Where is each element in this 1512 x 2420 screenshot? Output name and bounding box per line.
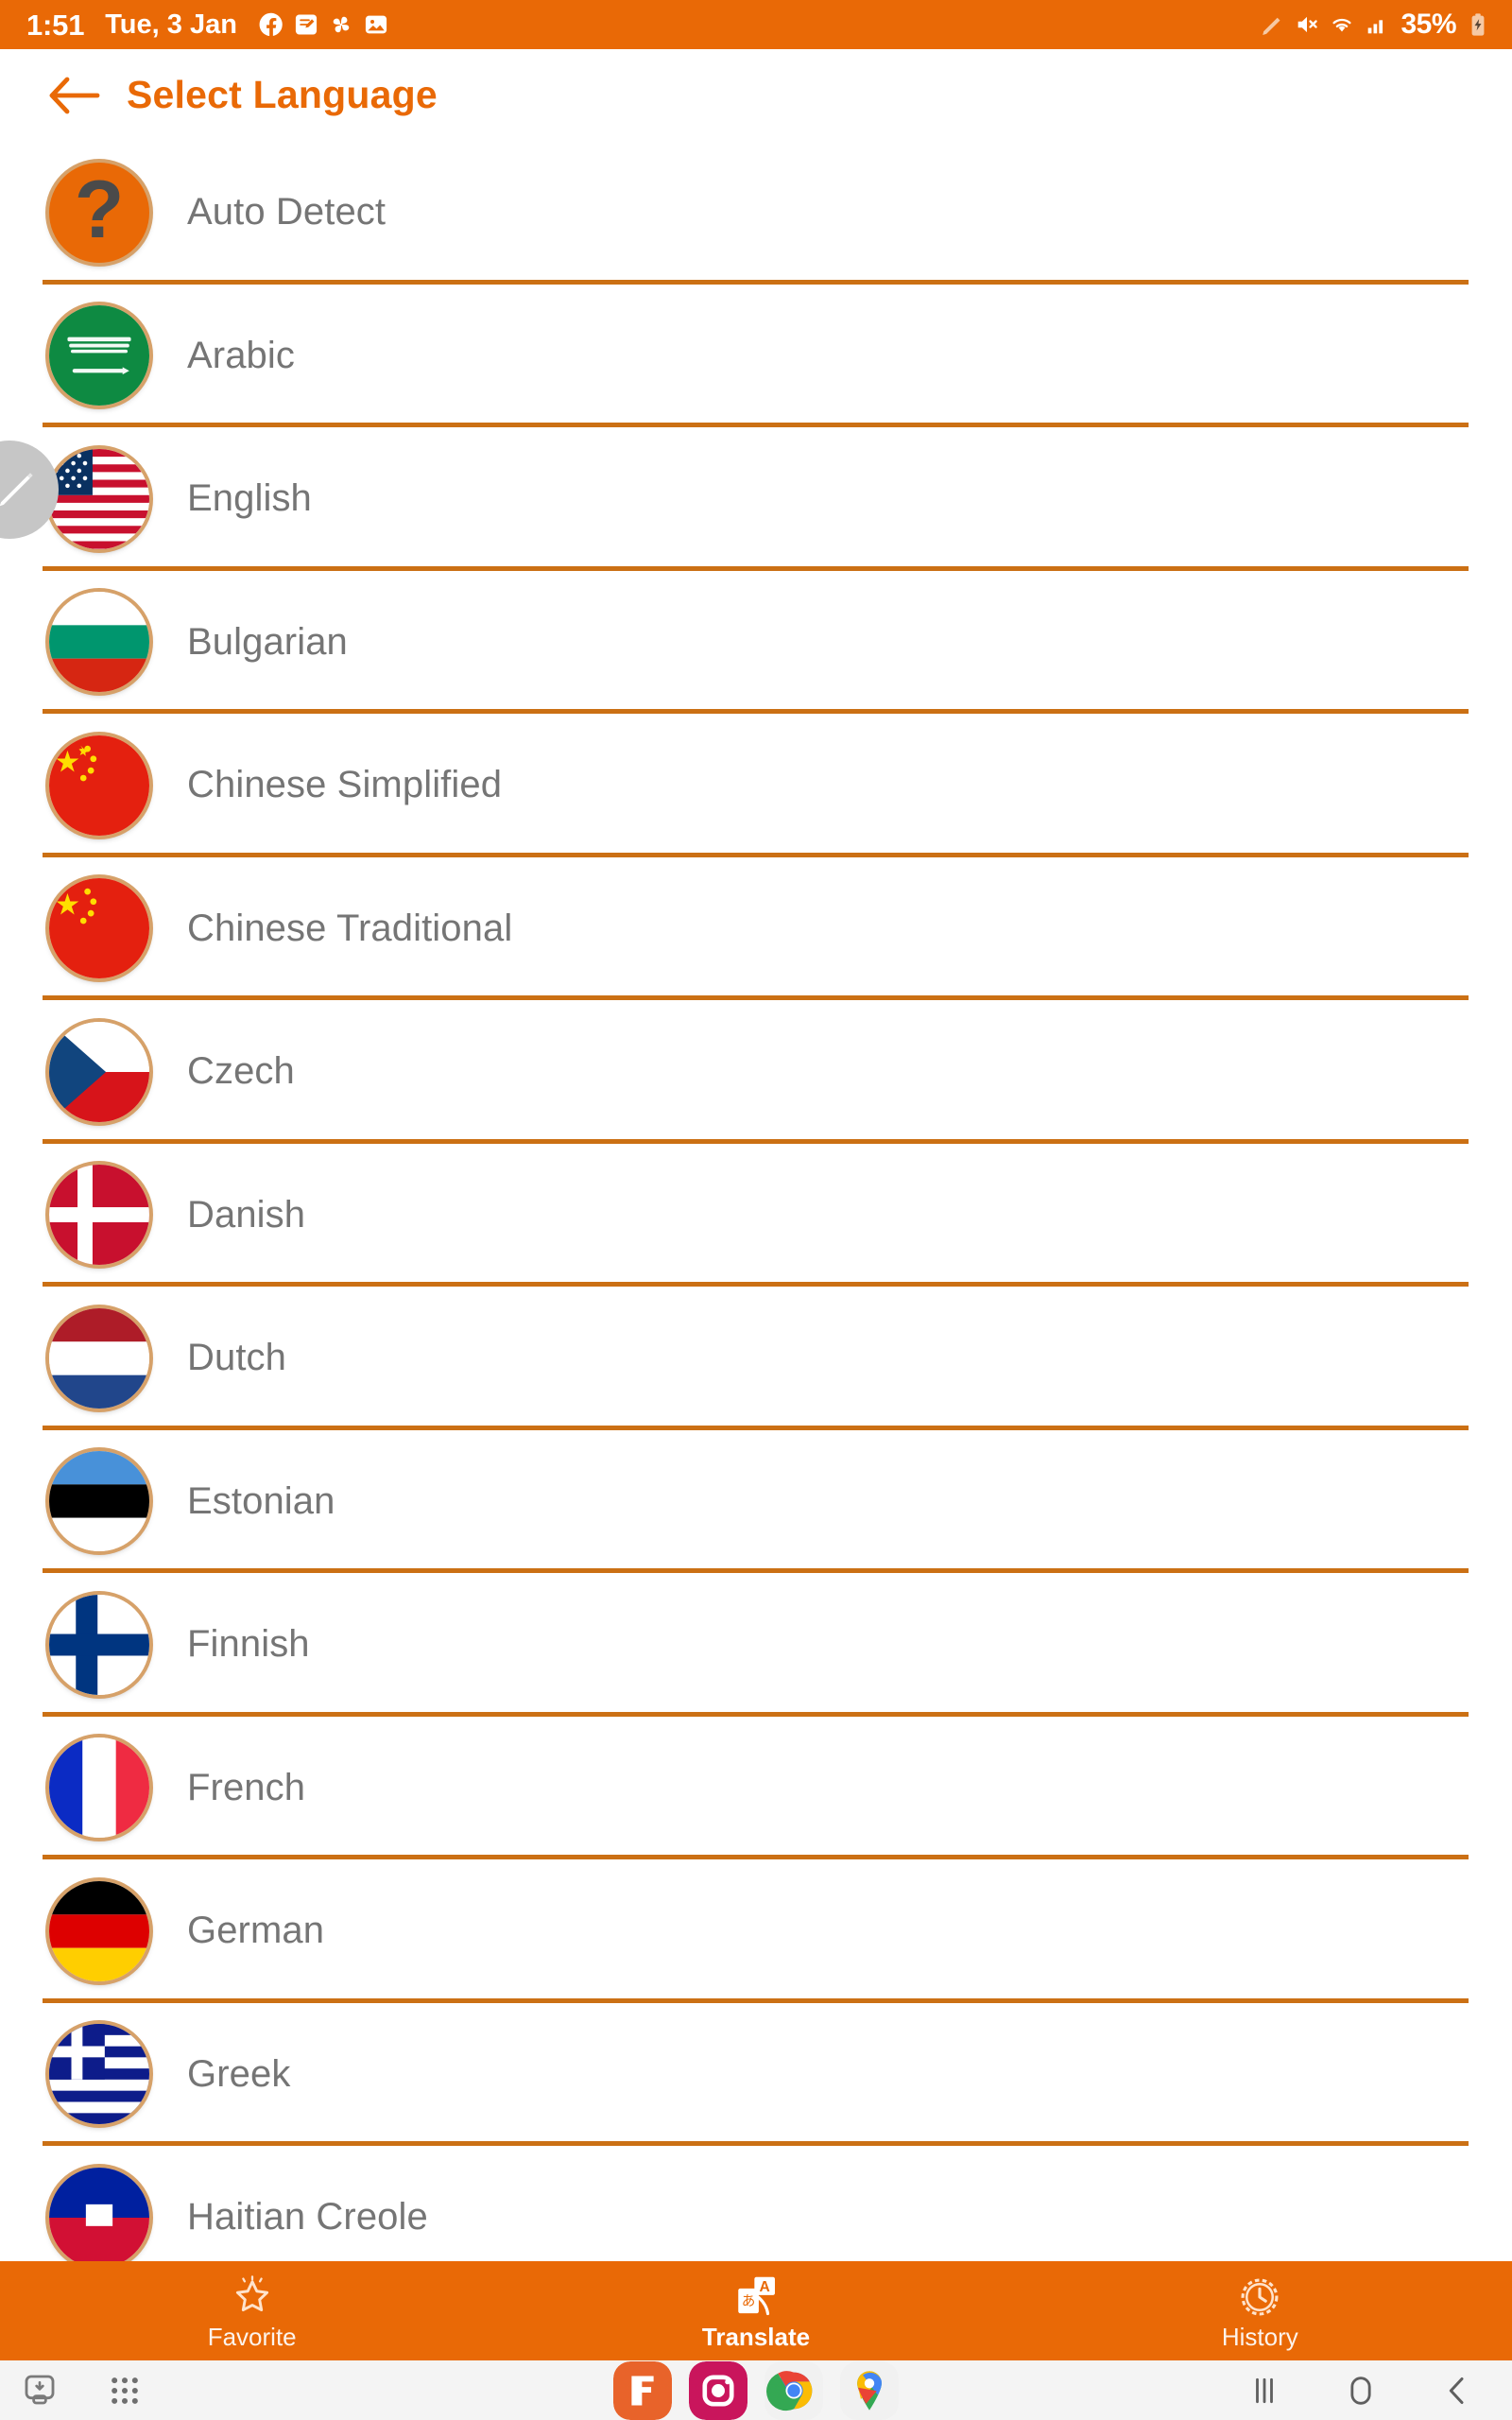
tab-favorite[interactable]: Favorite	[0, 2261, 504, 2360]
status-date: Tue, 3 Jan	[105, 9, 237, 40]
flag-saudi-arabia	[49, 305, 149, 406]
svg-text:A: A	[760, 2279, 770, 2295]
mute-icon	[1298, 16, 1318, 33]
recents-icon[interactable]	[1246, 2372, 1283, 2410]
signal-icon	[1368, 20, 1383, 34]
list-item-label: English	[187, 477, 312, 520]
facebook-icon	[259, 12, 283, 37]
list-item-label: Danish	[187, 1193, 306, 1236]
flag-germany	[49, 1880, 149, 1981]
tab-label: History	[1221, 2322, 1298, 2351]
sysnav-dock-apps	[613, 2360, 899, 2420]
tab-translate[interactable]: A あ Translate	[504, 2261, 1007, 2360]
app-screen: 1:51 Tue, 3 Jan 35% Select Language ? Au…	[0, 0, 1512, 2420]
flag-china	[49, 878, 149, 979]
auto-detect-question-icon: ?	[49, 162, 149, 263]
list-item-label: Haitian Creole	[187, 2196, 428, 2238]
flag-estonia	[49, 1451, 149, 1552]
list-item-label: German	[187, 1910, 325, 1952]
list-item-label: Auto Detect	[187, 191, 387, 233]
list-item-label: Dutch	[187, 1337, 286, 1379]
list-item[interactable]: French	[0, 1716, 1512, 1859]
screenshot-capture-icon[interactable]	[21, 2372, 59, 2410]
flag-greece	[49, 2024, 149, 2125]
status-bar-right: 35%	[1259, 9, 1491, 41]
system-navigation-bar	[0, 2360, 1512, 2420]
list-item[interactable]: Estonian	[0, 1429, 1512, 1573]
list-item[interactable]: Haitian Creole	[0, 2146, 1512, 2261]
flag-denmark	[49, 1165, 149, 1266]
language-list[interactable]: ? Auto Detect Arabic English Bulgarian C…	[0, 141, 1512, 2261]
samsung-notes-app-icon[interactable]	[613, 2360, 672, 2420]
list-item-label: Finnish	[187, 1623, 310, 1666]
chrome-app-icon[interactable]	[765, 2360, 823, 2420]
gallery-icon	[365, 15, 387, 34]
list-item[interactable]: Greek	[0, 2002, 1512, 2146]
list-item[interactable]: Finnish	[0, 1573, 1512, 1717]
tab-label: Translate	[701, 2322, 811, 2351]
instagram-app-icon[interactable]	[689, 2360, 747, 2420]
list-item[interactable]: Arabic	[0, 284, 1512, 427]
list-item[interactable]: German	[0, 1859, 1512, 2003]
list-item-label: Bulgarian	[187, 620, 348, 663]
translate-icon: A あ	[738, 2276, 775, 2315]
status-bar-left: 1:51 Tue, 3 Jan	[26, 10, 389, 40]
home-icon[interactable]	[1342, 2372, 1380, 2410]
svg-text:あ: あ	[742, 2293, 756, 2309]
flag-finland	[49, 1594, 149, 1695]
flag-netherlands	[49, 1307, 149, 1409]
battery-charging-icon	[1471, 13, 1485, 36]
status-notification-icons	[258, 11, 389, 38]
back-icon[interactable]	[1438, 2372, 1476, 2410]
list-item-label: French	[187, 1766, 306, 1808]
sysnav-right-buttons	[1246, 2372, 1476, 2410]
flag-france	[49, 1737, 149, 1839]
wifi-icon	[1332, 18, 1352, 32]
samsung-notes-icon	[295, 14, 318, 35]
list-item[interactable]: English	[0, 427, 1512, 571]
tab-history[interactable]: History	[1008, 2261, 1512, 2360]
flag-czech-republic	[49, 1021, 149, 1122]
list-item[interactable]: Chinese Traditional	[0, 856, 1512, 1000]
list-item-label: Arabic	[187, 334, 295, 376]
maps-app-icon[interactable]	[840, 2360, 899, 2420]
flag-haiti	[49, 2167, 149, 2261]
list-item[interactable]: Dutch	[0, 1287, 1512, 1430]
bottom-tab-bar: Favorite A あ Translate History	[0, 2261, 1512, 2360]
pinwheel-icon	[333, 16, 350, 33]
apps-grid-icon[interactable]	[106, 2372, 144, 2410]
flag-china	[49, 735, 149, 836]
flag-bulgaria	[49, 592, 149, 693]
list-item[interactable]: ? Auto Detect	[0, 141, 1512, 285]
list-item-label: Chinese Simplified	[187, 764, 503, 806]
page-title: Select Language	[127, 73, 438, 116]
status-time: 1:51	[26, 8, 85, 42]
battery-percent-label: 35%	[1400, 9, 1456, 40]
list-item-label: Chinese Traditional	[187, 907, 513, 949]
status-bar: 1:51 Tue, 3 Jan 35%	[0, 0, 1512, 49]
list-item[interactable]: Bulgarian	[0, 570, 1512, 714]
list-item[interactable]: Danish	[0, 1143, 1512, 1287]
pencil-icon	[0, 473, 33, 507]
pencil-icon	[1263, 17, 1280, 35]
star-icon	[235, 2274, 268, 2311]
clock-icon	[1241, 2278, 1279, 2315]
tab-label: Favorite	[207, 2322, 297, 2351]
back-arrow-icon	[49, 77, 100, 113]
app-bar: Select Language	[0, 49, 1512, 141]
list-item-label: Greek	[187, 2052, 291, 2095]
back-button[interactable]	[28, 74, 119, 117]
flag-united-states	[49, 448, 149, 549]
list-item[interactable]: Chinese Simplified	[0, 714, 1512, 857]
sysnav-left-icons	[21, 2372, 144, 2410]
list-item[interactable]: Czech	[0, 1000, 1512, 1144]
list-item-label: Czech	[187, 1050, 295, 1093]
list-item-label: Estonian	[187, 1479, 335, 1522]
